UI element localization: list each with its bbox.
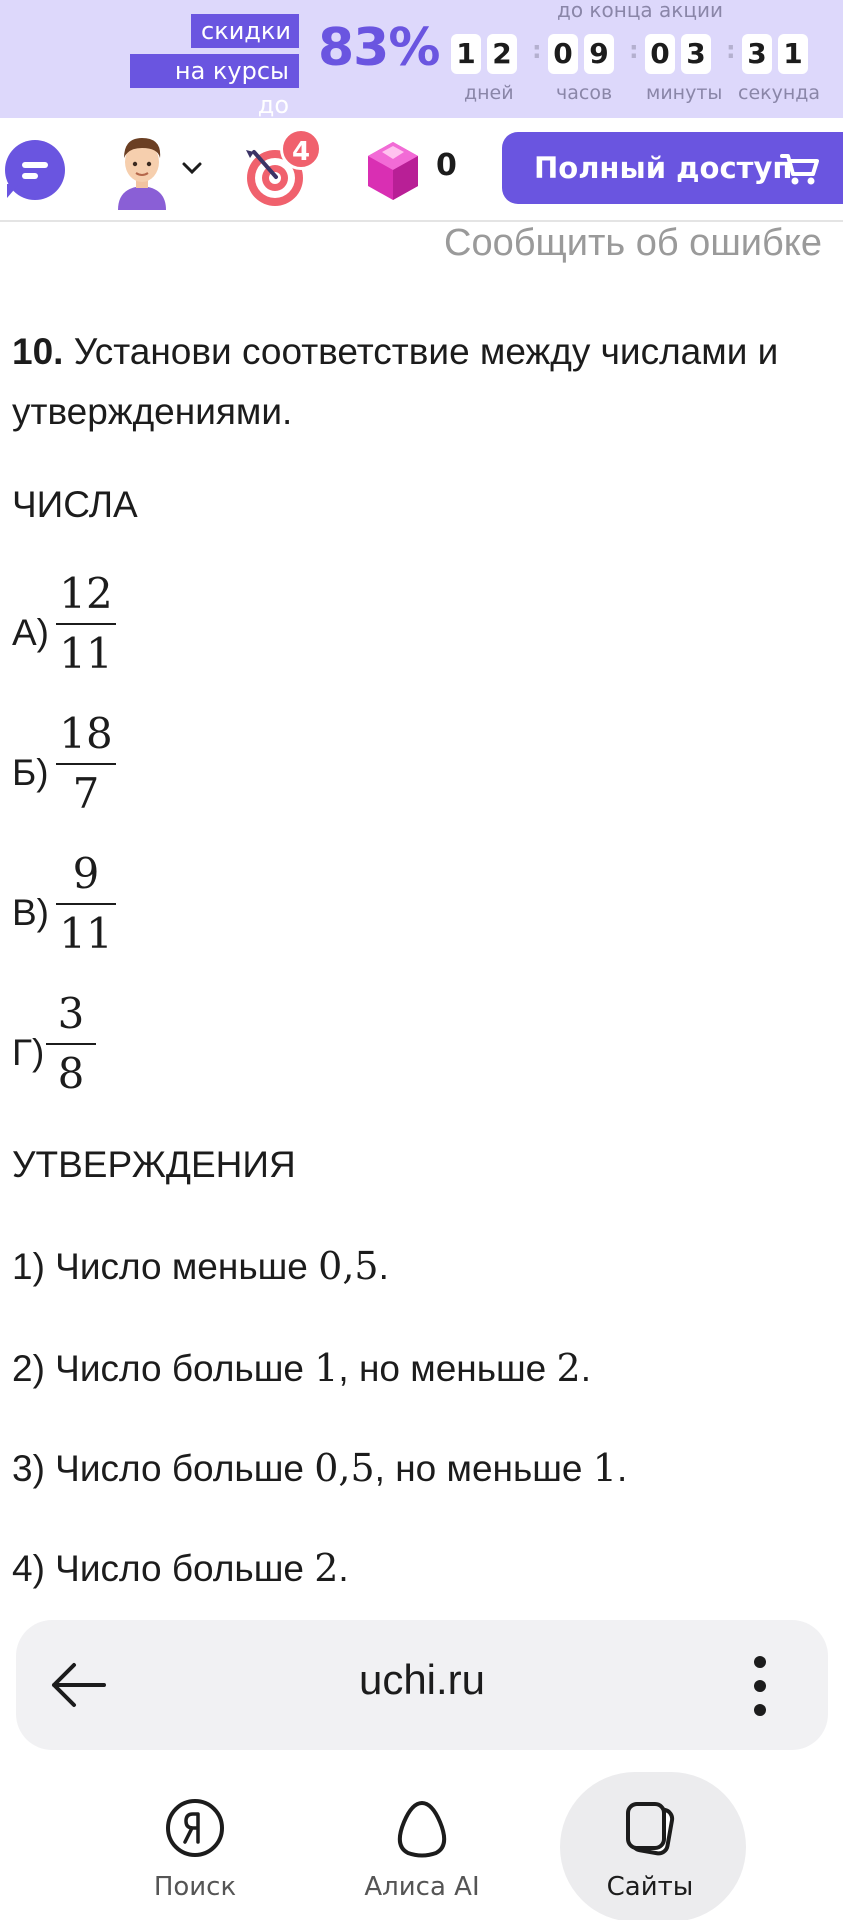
chat-icon[interactable] xyxy=(5,140,65,200)
full-access-label: Полный доступ xyxy=(534,151,793,185)
nav-sites-label: Сайты xyxy=(606,1872,694,1902)
promo-until-label: до конца акции xyxy=(557,0,723,22)
statement-2: 2) Число больше 1, но меньше 2. xyxy=(12,1346,591,1390)
gem-count: 0 xyxy=(436,148,457,183)
statement-math: 1 xyxy=(314,1346,339,1390)
fraction-b: 18 7 xyxy=(56,708,116,820)
timer-digit: 0 xyxy=(645,34,675,74)
statement-math: 1 xyxy=(592,1446,617,1490)
statement-4: 4) Число больше 2. xyxy=(12,1546,349,1590)
chevron-down-icon[interactable] xyxy=(180,156,204,180)
statement-3: 3) Число больше 0,5, но меньше 1. xyxy=(12,1446,627,1490)
timer-label-seconds: секунда xyxy=(738,82,821,104)
option-letter-c: В) xyxy=(12,892,49,933)
statement-text: . xyxy=(378,1246,389,1287)
nav-alice[interactable]: Алиса AI xyxy=(322,1760,522,1920)
report-error-link[interactable]: Сообщить об ошибке xyxy=(444,222,822,265)
statements-heading: УТВЕРЖДЕНИЯ xyxy=(12,1144,296,1185)
promo-banner[interactable]: скидки на курсы до 83% до конца акции 1 … xyxy=(0,0,843,119)
browser-address-bar[interactable]: uchi.ru xyxy=(16,1620,828,1750)
chat-line xyxy=(22,162,48,168)
statement-text: . xyxy=(616,1448,628,1489)
full-access-button[interactable]: Полный доступ xyxy=(502,132,843,204)
timer-digit: 1 xyxy=(778,34,808,74)
statement-math: 2 xyxy=(556,1346,581,1390)
statement-text: . xyxy=(338,1548,349,1589)
timer-digit: 1 xyxy=(451,34,481,74)
fraction-denominator: 11 xyxy=(59,629,113,678)
fraction-denominator: 11 xyxy=(59,909,113,958)
fraction-denominator: 8 xyxy=(57,1049,85,1098)
fraction-numerator: 18 xyxy=(59,709,113,758)
option-letter-d: Г) xyxy=(12,1032,45,1073)
timer-separator: : xyxy=(726,36,736,64)
timer-digit: 3 xyxy=(681,34,711,74)
promo-percent: 83% xyxy=(318,18,440,78)
promo-label-courses: на курсы до xyxy=(130,54,299,119)
option-letter-b: Б) xyxy=(12,752,49,793)
fraction-numerator: 12 xyxy=(59,569,113,618)
fraction-numerator: 9 xyxy=(72,849,100,898)
task-prompt: 10. Установи соответствие между числами … xyxy=(12,322,832,442)
timer-digit: 3 xyxy=(742,34,772,74)
statement-text: 4) Число больше xyxy=(12,1548,315,1589)
statement-math: 2 xyxy=(314,1546,339,1590)
avatar-icon[interactable] xyxy=(112,132,172,210)
nav-alice-label: Алиса AI xyxy=(364,1872,480,1902)
promo-label-discount: скидки xyxy=(191,14,299,48)
chat-line xyxy=(22,173,38,179)
statement-math: 0,5 xyxy=(314,1446,375,1490)
fraction-d: 3 8 xyxy=(46,988,96,1100)
more-menu-icon[interactable] xyxy=(750,1654,770,1718)
fraction-bar xyxy=(56,763,116,765)
timer-label-hours: часов xyxy=(556,82,613,104)
cart-icon xyxy=(780,154,819,185)
statement-text: , но меньше xyxy=(338,1348,557,1389)
notification-badge: 4 xyxy=(280,128,322,170)
fraction-numerator: 3 xyxy=(57,989,85,1038)
statement-text: 1) Число меньше xyxy=(12,1246,319,1287)
statement-text: 3) Число больше xyxy=(12,1448,315,1489)
nav-sites[interactable]: Сайты xyxy=(550,1760,750,1920)
timer-label-days: дней xyxy=(464,82,514,104)
option-letter-a: А) xyxy=(12,612,49,653)
timer-digit: 2 xyxy=(487,34,517,74)
timer-digit: 9 xyxy=(584,34,614,74)
fraction-bar xyxy=(46,1043,96,1045)
fraction-bar xyxy=(56,903,116,905)
url-text[interactable]: uchi.ru xyxy=(16,1656,828,1704)
fraction-denominator: 7 xyxy=(72,769,100,818)
task-number: 10. xyxy=(12,331,64,372)
timer-separator: : xyxy=(532,36,542,64)
fraction-bar xyxy=(56,623,116,625)
statement-math: 0,5 xyxy=(318,1244,379,1288)
chat-bubble-tail xyxy=(7,184,19,198)
countdown-timer: 1 2 : 0 9 : 0 3 : 3 1 xyxy=(451,34,839,74)
timer-separator: : xyxy=(629,36,639,64)
gem-icon[interactable] xyxy=(364,140,422,202)
statement-text: , но меньше xyxy=(374,1448,593,1489)
statement-text: . xyxy=(580,1348,592,1389)
top-navigation: 4 0 Полный доступ xyxy=(0,118,843,222)
bottom-navigation: Поиск Алиса AI Сайты xyxy=(0,1760,843,1920)
task-text: Установи соответствие между числами и ут… xyxy=(12,331,779,432)
timer-digit: 0 xyxy=(548,34,578,74)
yandex-search-icon xyxy=(166,1799,224,1857)
statement-1: 1) Число меньше 0,5. xyxy=(12,1244,389,1288)
timer-label-minutes: минуты xyxy=(646,82,723,104)
alice-icon xyxy=(397,1800,447,1858)
nav-search-label: Поиск xyxy=(153,1872,237,1902)
sites-icon xyxy=(626,1802,675,1856)
fraction-a: 12 11 xyxy=(56,568,116,680)
nav-search[interactable]: Поиск xyxy=(95,1760,295,1920)
statement-text: 2) Число больше xyxy=(12,1348,315,1389)
fraction-c: 9 11 xyxy=(56,848,116,960)
numbers-heading: ЧИСЛА xyxy=(12,484,138,525)
